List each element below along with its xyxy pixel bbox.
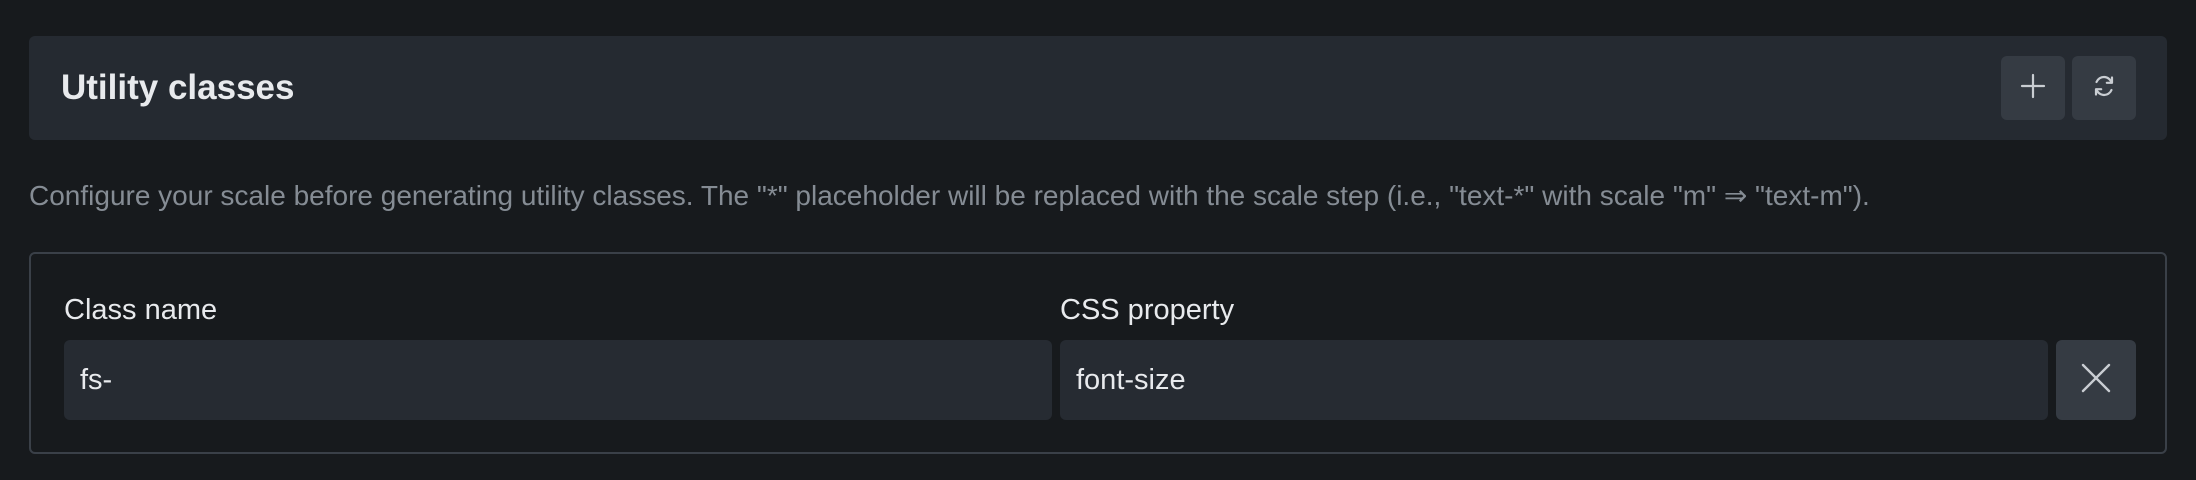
css-property-input[interactable] (1060, 340, 2048, 420)
class-name-label: Class name (64, 294, 218, 326)
class-name-input[interactable] (64, 340, 1052, 420)
refresh-button[interactable] (2072, 56, 2136, 120)
remove-row-button[interactable] (2056, 340, 2136, 420)
css-property-label: CSS property (1060, 294, 1235, 326)
add-class-button[interactable] (2001, 56, 2065, 120)
plus-icon (2019, 72, 2047, 105)
page-title: Utility classes (61, 68, 295, 107)
description-text: Configure your scale before generating u… (29, 180, 1870, 211)
utility-class-row: Class name CSS property (29, 252, 2167, 454)
utility-classes-header: Utility classes (29, 36, 2167, 140)
close-icon (2080, 362, 2112, 399)
refresh-icon (2091, 73, 2117, 104)
